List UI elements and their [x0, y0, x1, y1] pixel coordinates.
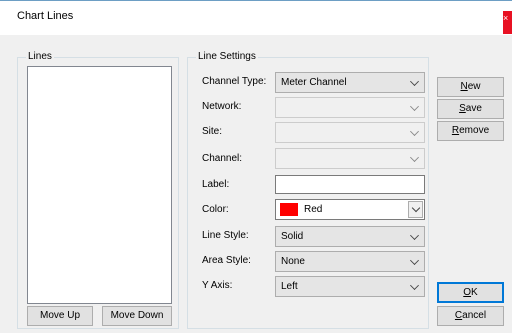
save-button[interactable]: Save — [437, 99, 504, 119]
area-style-select[interactable]: None — [275, 251, 425, 272]
move-down-button[interactable]: Move Down — [102, 306, 172, 326]
close-button[interactable]: × — [503, 11, 512, 34]
network-select[interactable] — [275, 97, 425, 118]
line-settings-legend: Line Settings — [196, 51, 258, 63]
window-title: Chart Lines — [17, 10, 74, 22]
site-select[interactable] — [275, 122, 425, 143]
site-label: Site: — [202, 126, 223, 137]
channel-select[interactable] — [275, 148, 425, 169]
color-swatch — [280, 203, 298, 216]
new-button[interactable]: New — [437, 77, 504, 97]
close-icon: × — [503, 13, 509, 23]
line-style-label: Line Style: — [202, 230, 249, 241]
chevron-down-icon — [410, 281, 419, 290]
line-style-value: Solid — [281, 231, 304, 242]
chevron-down-icon — [411, 203, 421, 213]
y-axis-label: Y Axis: — [202, 280, 233, 291]
color-dropdown-button[interactable] — [408, 201, 423, 218]
remove-button[interactable]: Remove — [437, 121, 504, 141]
ok-button[interactable]: OK — [437, 282, 504, 303]
chevron-down-icon — [410, 102, 419, 111]
chevron-down-icon — [410, 77, 419, 86]
color-label: Color: — [202, 204, 229, 215]
area-style-value: None — [281, 256, 305, 267]
y-axis-select[interactable]: Left — [275, 276, 425, 297]
channel-type-value: Meter Channel — [281, 77, 347, 88]
chevron-down-icon — [410, 256, 419, 265]
label-field-label: Label: — [202, 179, 230, 190]
network-label: Network: — [202, 101, 242, 112]
y-axis-value: Left — [281, 281, 298, 292]
title-bar: Chart Lines × — [0, 0, 512, 35]
channel-type-select[interactable]: Meter Channel — [275, 72, 425, 93]
chevron-down-icon — [410, 153, 419, 162]
area-style-label: Area Style: — [202, 255, 251, 266]
label-input[interactable] — [275, 175, 425, 194]
chevron-down-icon — [410, 231, 419, 240]
channel-type-label: Channel Type: — [202, 76, 267, 87]
line-style-select[interactable]: Solid — [275, 226, 425, 247]
color-value: Red — [304, 204, 323, 215]
move-up-button[interactable]: Move Up — [27, 306, 93, 326]
lines-group-legend: Lines — [26, 51, 54, 63]
cancel-button[interactable]: Cancel — [437, 306, 504, 326]
chevron-down-icon — [410, 127, 419, 136]
color-select[interactable]: Red — [275, 199, 425, 220]
channel-label: Channel: — [202, 153, 243, 164]
lines-listbox[interactable] — [27, 66, 172, 304]
